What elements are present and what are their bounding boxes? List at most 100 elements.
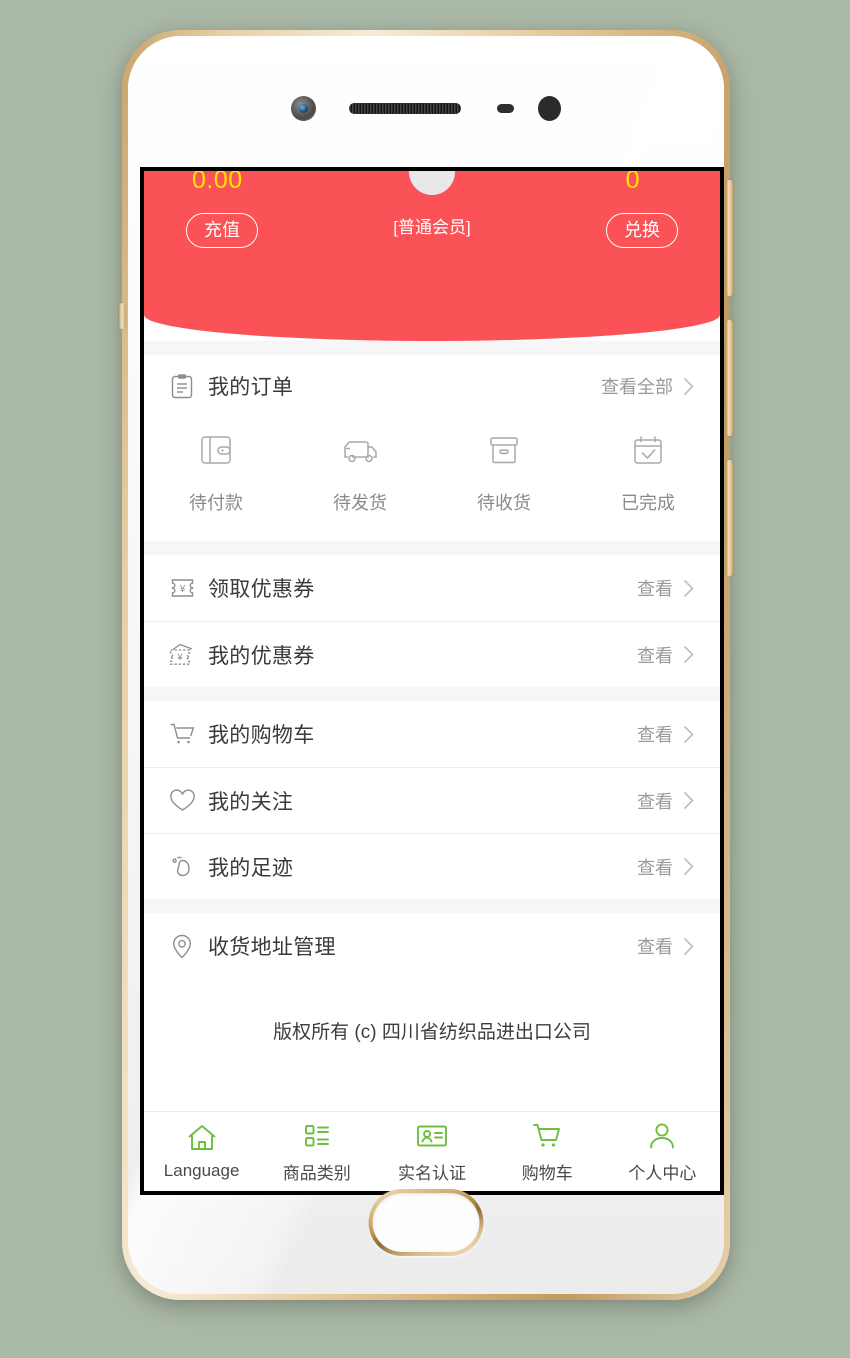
tab-label: 实名认证 <box>398 1163 466 1183</box>
tab-label: 个人中心 <box>628 1163 697 1183</box>
cart-icon <box>532 1120 562 1152</box>
points-value: 0 <box>625 171 640 194</box>
tab-label: 商品类别 <box>282 1163 351 1183</box>
chevron-right-icon <box>683 579 694 597</box>
tab-label: Language <box>163 1161 240 1180</box>
row-action[interactable]: 查看 <box>637 788 694 814</box>
recharge-button[interactable]: 充值 <box>186 213 258 248</box>
tab-cart[interactable]: 购物车 <box>490 1120 605 1184</box>
clipboard-icon <box>168 372 196 400</box>
chevron-right-icon <box>683 725 694 743</box>
row-action-label: 查看 <box>637 937 673 957</box>
order-status-label: 待收货 <box>477 493 531 513</box>
cart-icon <box>168 720 196 748</box>
row-label: 收货地址管理 <box>208 936 336 959</box>
hero-stats: 0.00 0 <box>144 171 720 195</box>
order-status-pending-shipment[interactable]: 待发货 <box>288 427 432 515</box>
order-status-pending-payment[interactable]: 待付款 <box>144 427 288 515</box>
shopping-card: 我的购物车 查看 我的关注 查看 我的足迹 查看 <box>144 701 720 899</box>
chevron-right-icon <box>683 645 694 664</box>
phone-side-button-left[interactable] <box>119 303 126 329</box>
row-my-cart[interactable]: 我的购物车 查看 <box>144 701 720 767</box>
row-my-coupons[interactable]: ¥ 我的优惠券 查看 <box>144 621 720 687</box>
order-status-grid: 待付款 待发货 待收货 已完成 <box>144 417 720 541</box>
chevron-right-icon <box>683 857 694 876</box>
balance-value: 0.00 <box>192 171 243 194</box>
my-orders-title: 我的订单 <box>208 376 294 399</box>
my-orders-view-all[interactable]: 查看全部 <box>601 373 694 399</box>
section-divider <box>144 341 720 355</box>
section-divider <box>144 899 720 913</box>
order-status-label: 待发货 <box>333 493 387 513</box>
chevron-right-icon <box>683 377 694 395</box>
calendar-check-icon <box>628 427 668 473</box>
phone-device-frame: 0.00 0 充值 兑换 [普通会员] 我的订单 查看全部 待付款 待发货 待收… <box>119 30 733 1300</box>
order-status-label: 待付款 <box>189 493 243 513</box>
section-divider <box>144 687 720 701</box>
light-sensor-icon <box>538 95 561 121</box>
wallet-icon <box>196 427 236 473</box>
category-list-icon <box>302 1120 332 1152</box>
phone-side-button-right-1[interactable] <box>726 180 733 296</box>
order-status-pending-receipt[interactable]: 待收货 <box>432 427 576 515</box>
home-icon <box>186 1122 218 1154</box>
row-label: 我的关注 <box>208 790 294 814</box>
truck-icon <box>340 427 380 473</box>
my-orders-card: 我的订单 查看全部 待付款 待发货 待收货 已完成 <box>144 355 720 541</box>
tab-categories[interactable]: 商品类别 <box>259 1120 374 1184</box>
row-action[interactable]: 查看 <box>637 642 694 668</box>
row-action[interactable]: 查看 <box>637 575 694 601</box>
member-level-label: [普通会员] <box>393 218 471 237</box>
tab-language[interactable]: Language <box>144 1122 259 1181</box>
heart-icon <box>168 787 196 815</box>
chevron-right-icon <box>683 791 694 810</box>
profile-header: 0.00 0 充值 兑换 [普通会员] <box>144 171 720 341</box>
exchange-button[interactable]: 兑换 <box>606 213 678 248</box>
phone-side-button-right-3[interactable] <box>726 460 733 576</box>
row-my-favorites[interactable]: 我的关注 查看 <box>144 767 720 833</box>
row-action[interactable]: 查看 <box>637 933 694 959</box>
home-button[interactable] <box>369 1189 484 1256</box>
my-orders-header[interactable]: 我的订单 查看全部 <box>144 355 720 417</box>
row-action-label: 查看 <box>637 857 673 878</box>
svg-text:¥: ¥ <box>178 584 185 595</box>
row-address-management[interactable]: 收货地址管理 查看 <box>144 913 720 979</box>
row-action-label: 查看 <box>637 645 673 666</box>
phone-sensor-row <box>128 88 724 128</box>
view-all-label: 查看全部 <box>601 377 673 397</box>
user-icon <box>647 1120 677 1152</box>
phone-body: 0.00 0 充值 兑换 [普通会员] 我的订单 查看全部 待付款 待发货 待收… <box>128 36 724 1294</box>
coupon-stack-icon: ¥ <box>168 641 196 669</box>
row-my-footprint[interactable]: 我的足迹 查看 <box>144 833 720 899</box>
row-action-label: 查看 <box>637 791 673 812</box>
front-camera-icon <box>291 95 316 121</box>
row-label: 我的购物车 <box>208 724 315 747</box>
row-label: 我的足迹 <box>208 856 294 880</box>
proximity-sensor-icon <box>497 103 514 113</box>
id-card-icon <box>415 1120 449 1152</box>
chevron-right-icon <box>683 937 694 955</box>
coupons-card: ¥ 领取优惠券 查看 ¥ 我的优惠券 查看 <box>144 555 720 687</box>
row-action-label: 查看 <box>637 725 673 745</box>
section-divider <box>144 541 720 555</box>
order-status-label: 已完成 <box>621 493 675 513</box>
address-card: 收货地址管理 查看 <box>144 913 720 979</box>
row-label: 领取优惠券 <box>208 578 315 601</box>
bottom-tab-bar: Language 商品类别 实名认证 购物车 个人中心 <box>144 1111 720 1191</box>
tab-identity-verification[interactable]: 实名认证 <box>374 1120 489 1184</box>
row-action[interactable]: 查看 <box>637 854 694 880</box>
phone-side-button-right-2[interactable] <box>726 320 733 436</box>
coupon-icon: ¥ <box>168 574 196 602</box>
app-screen: 0.00 0 充值 兑换 [普通会员] 我的订单 查看全部 待付款 待发货 待收… <box>144 171 720 1191</box>
footprint-icon <box>168 853 196 881</box>
order-status-completed[interactable]: 已完成 <box>576 427 720 515</box>
row-action[interactable]: 查看 <box>637 721 694 747</box>
row-claim-coupon[interactable]: ¥ 领取优惠券 查看 <box>144 555 720 621</box>
copyright-text: 版权所有 (c) 四川省纺织品进出口公司 <box>144 979 720 1074</box>
location-pin-icon <box>168 932 196 960</box>
tab-label: 购物车 <box>521 1163 573 1183</box>
screen-bezel: 0.00 0 充值 兑换 [普通会员] 我的订单 查看全部 待付款 待发货 待收… <box>140 167 724 1195</box>
svg-text:¥: ¥ <box>176 652 183 662</box>
row-label: 我的优惠券 <box>208 644 315 668</box>
tab-profile[interactable]: 个人中心 <box>605 1120 720 1184</box>
